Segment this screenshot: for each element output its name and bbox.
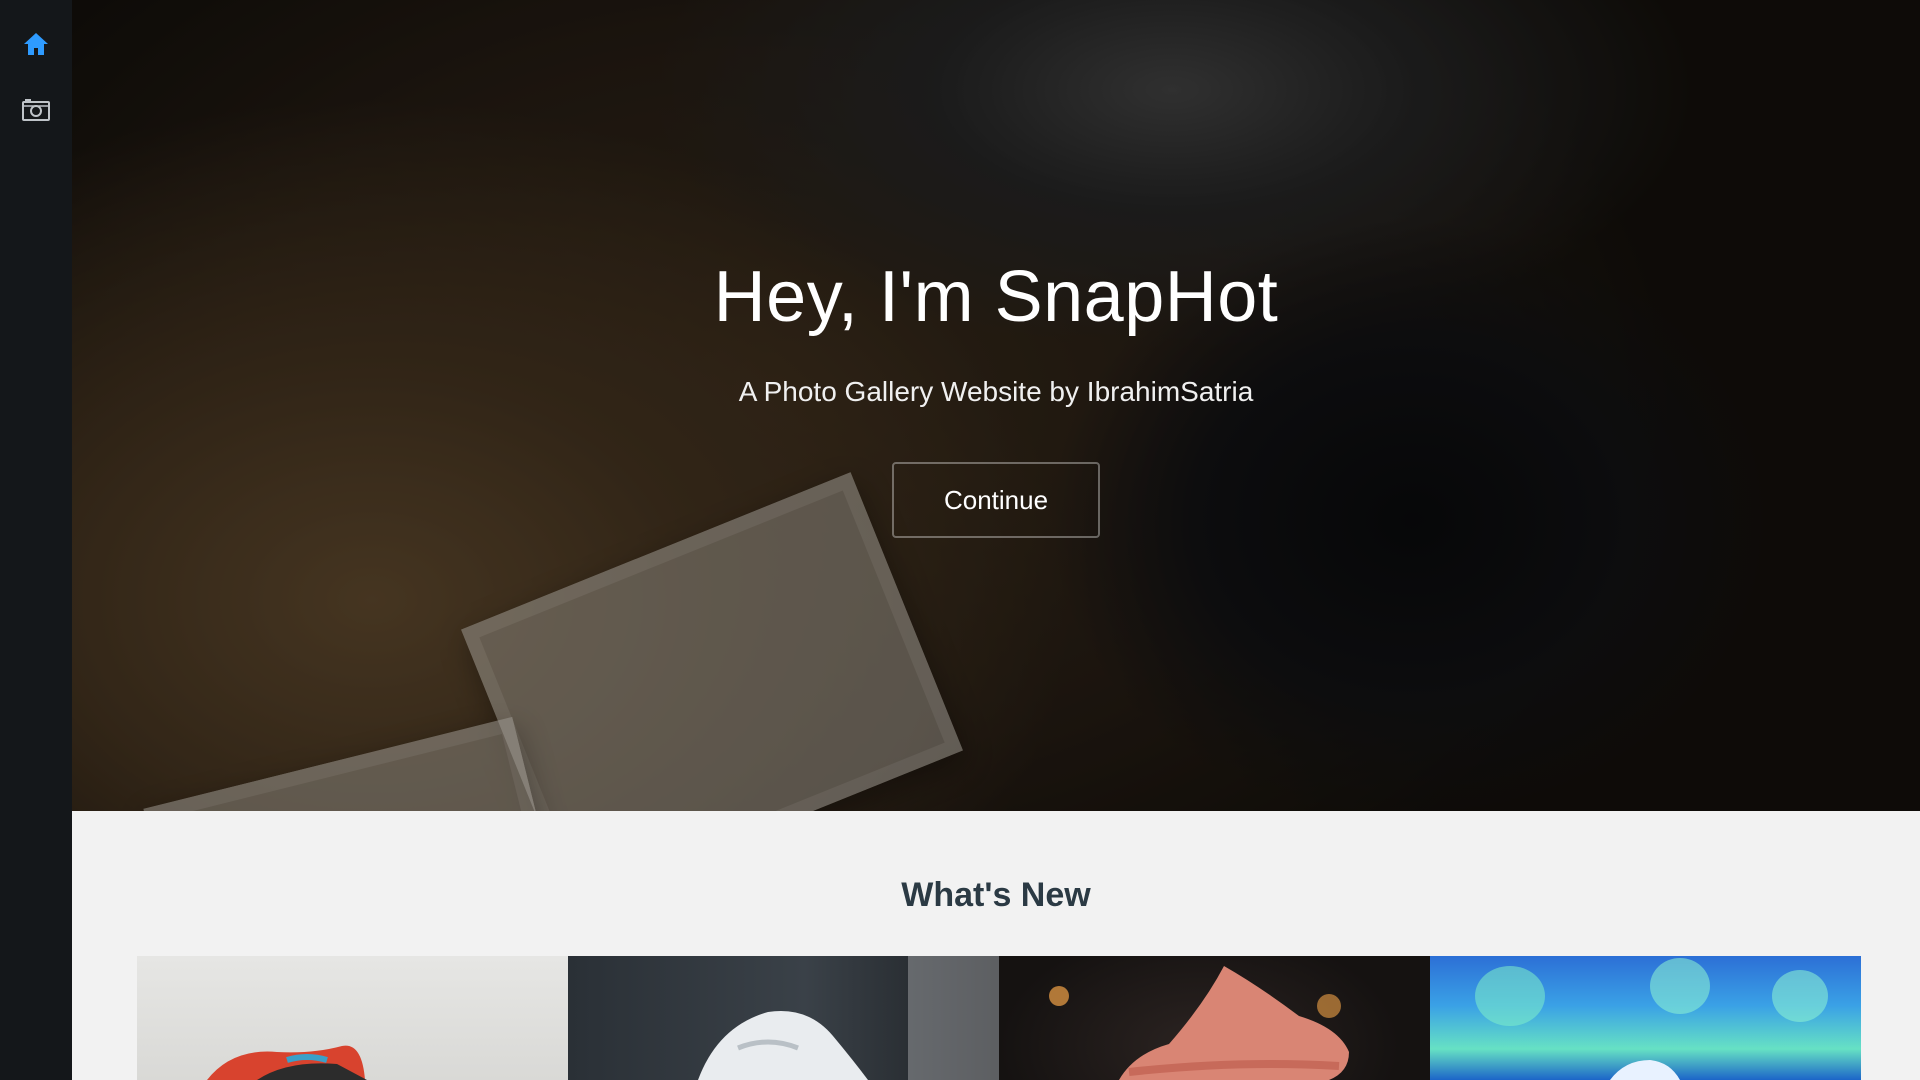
sidebar-item-gallery[interactable] — [18, 92, 54, 128]
gallery-item[interactable] — [137, 956, 568, 1080]
home-icon — [24, 33, 48, 55]
hero-banner: Hey, I'm SnapHot A Photo Gallery Website… — [72, 0, 1920, 811]
gallery-item[interactable] — [999, 956, 1430, 1080]
hero-content: Hey, I'm SnapHot A Photo Gallery Website… — [72, 0, 1920, 811]
sidebar-item-home[interactable] — [18, 26, 54, 62]
gallery-item[interactable] — [568, 956, 999, 1080]
continue-button[interactable]: Continue — [892, 462, 1100, 538]
sidebar — [0, 0, 72, 1080]
hero-subtitle: A Photo Gallery Website by IbrahimSatria — [738, 376, 1254, 407]
section-title: What's New — [901, 876, 1091, 914]
gallery-item[interactable] — [1430, 956, 1861, 1080]
gallery-grid — [137, 956, 1861, 1080]
hero-title: Hey, I'm SnapHot — [713, 257, 1279, 337]
camera-icon — [22, 99, 50, 121]
